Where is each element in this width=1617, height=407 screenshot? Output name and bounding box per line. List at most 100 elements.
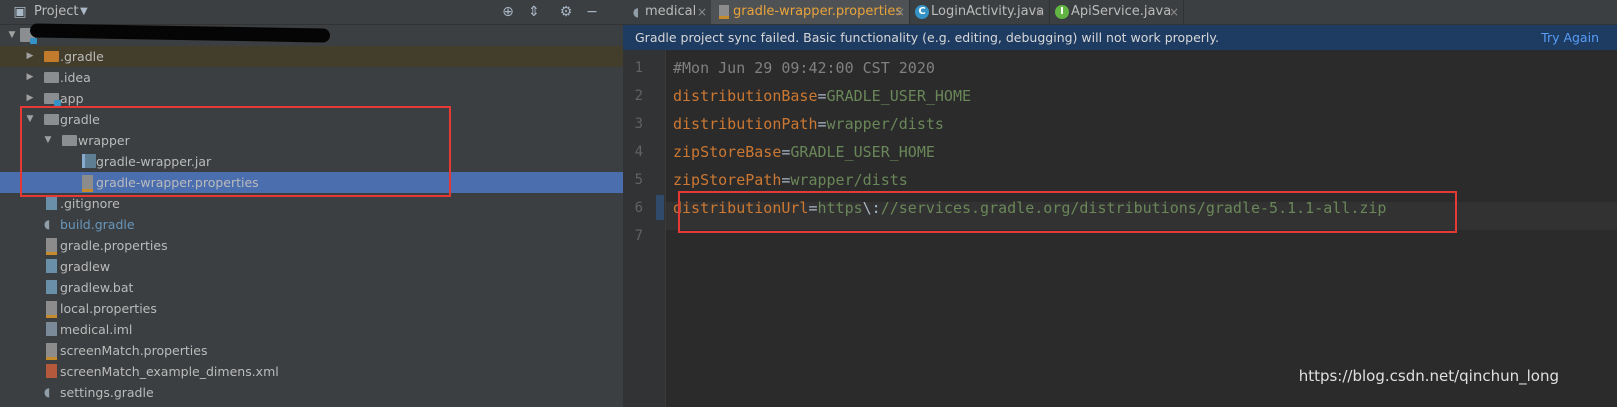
chevron-down-icon[interactable]: ▼ (80, 4, 88, 20)
tab-label: gradle-wrapper.properties (733, 4, 903, 19)
tree-row[interactable]: gradlew.bat (0, 277, 623, 298)
module-folder-icon (44, 93, 61, 106)
iml-file-icon (46, 322, 57, 336)
chevron-right-icon[interactable]: ▶ (24, 70, 36, 84)
tree-row[interactable]: ▶ .idea (0, 67, 623, 88)
properties-file-icon (46, 343, 57, 360)
property-value: GRADLE_USER_HOME (826, 87, 972, 105)
equals-sign: = (817, 87, 827, 105)
code-line[interactable]: distributionPath=wrapper/dists (673, 115, 944, 133)
interface-i-icon: I (1055, 5, 1069, 19)
close-icon[interactable]: × (895, 4, 905, 20)
tree-row[interactable]: gradlew (0, 256, 623, 277)
tree-row[interactable]: local.properties (0, 298, 623, 319)
code-line[interactable]: zipStoreBase=GRADLE_USER_HOME (673, 143, 935, 161)
watermark-text: https://blog.csdn.net/qinchun_long (1298, 367, 1559, 385)
editor-tab[interactable]: gradle-wrapper.properties × (711, 0, 910, 24)
annotation-box (678, 191, 1457, 233)
tree-item-label: settings.gradle (60, 385, 154, 400)
sync-failed-banner: Gradle project sync failed. Basic functi… (623, 25, 1617, 50)
try-again-link[interactable]: Try Again (1541, 30, 1599, 46)
text-file-icon (46, 259, 57, 273)
gradle-elephant-icon: ◖ (44, 217, 51, 231)
line-number-gutter: 1 2 3 4 5 6 7 (623, 50, 665, 407)
tree-row[interactable]: screenMatch_example_dimens.xml (0, 361, 623, 382)
property-value: GRADLE_USER_HOME (790, 143, 935, 161)
tab-label: LoginActivity.java (931, 4, 1045, 19)
tree-item-label: gradle.properties (60, 238, 168, 253)
line-number: 5 (634, 172, 643, 188)
properties-file-icon (46, 301, 57, 318)
gradle-elephant-icon: ◖ (632, 5, 640, 19)
close-icon[interactable]: × (1169, 4, 1179, 20)
project-tree: ▼ ▶ .gradle ▶ .idea ▶ app ▼ gradle ▼ wrapper gradl… (0, 25, 623, 403)
chevron-down-icon[interactable]: ▼ (6, 28, 18, 42)
tree-item-label: .gradle (60, 49, 104, 64)
tree-item-label: .idea (60, 70, 91, 85)
code-line[interactable]: zipStorePath=wrapper/dists (673, 171, 908, 189)
property-key: distributionBase (673, 87, 818, 105)
collapse-icon[interactable]: ⇕ (526, 4, 542, 20)
folder-orange-icon (44, 51, 59, 62)
editor-tab[interactable]: ◖ medical × (623, 0, 712, 24)
line-number: 2 (634, 88, 643, 104)
line-number: 6 (634, 200, 643, 216)
line-number: 7 (634, 228, 643, 244)
ide-window: ▣ Project ▼ ⊕ ⇕ ⚙ − ▼ ▶ .gradle ▶ .idea ▶ app… (0, 0, 1617, 407)
line-number: 3 (634, 116, 643, 132)
code-comment: #Mon Jun 29 09:42:00 CST 2020 (673, 59, 935, 77)
tree-item-label: medical.iml (60, 322, 133, 337)
tree-row[interactable]: screenMatch.properties (0, 340, 623, 361)
line-number: 1 (634, 60, 643, 76)
locate-icon[interactable]: ⊕ (500, 4, 516, 20)
chevron-right-icon[interactable]: ▶ (24, 49, 36, 63)
properties-file-icon (46, 238, 57, 255)
property-key: zipStorePath (673, 171, 782, 189)
project-view-icon: ▣ (13, 4, 27, 20)
editor-tab[interactable]: I ApiService.java × (1049, 0, 1184, 24)
project-view-selector[interactable]: Project (34, 4, 78, 20)
editor-tab[interactable]: C LoginActivity.java × (909, 0, 1050, 24)
class-c-icon: C (915, 5, 929, 19)
tab-label: ApiService.java (1071, 4, 1172, 19)
chevron-right-icon[interactable]: ▶ (24, 91, 36, 105)
line-number: 4 (634, 144, 643, 160)
property-value: wrapper/dists (826, 115, 944, 133)
equals-sign: = (817, 115, 827, 133)
tree-item-label: screenMatch_example_dimens.xml (60, 364, 279, 379)
tree-item-label: local.properties (60, 301, 157, 316)
tree-row[interactable]: ▶ .gradle (0, 46, 623, 67)
text-file-icon (46, 196, 57, 210)
folder-icon (44, 72, 59, 83)
tree-item-label: build.gradle (60, 217, 135, 232)
gear-icon[interactable]: ⚙ (558, 4, 574, 20)
tree-item-label: screenMatch.properties (60, 343, 208, 358)
tree-row[interactable]: medical.iml (0, 319, 623, 340)
annotation-box (20, 106, 451, 197)
tree-item-label: app (60, 91, 84, 106)
tree-row[interactable]: gradle.properties (0, 235, 623, 256)
editor-tab-bar: ◖ medical × gradle-wrapper.properties × C Logi… (623, 0, 1617, 25)
property-key: distributionPath (673, 115, 818, 133)
code-line[interactable]: #Mon Jun 29 09:42:00 CST 2020 (673, 59, 935, 77)
gradle-elephant-icon: ◖ (44, 385, 51, 399)
tree-item-label: gradlew (60, 259, 111, 274)
tree-item-label: gradlew.bat (60, 280, 134, 295)
text-file-icon (46, 280, 57, 294)
property-key: zipStoreBase (673, 143, 782, 161)
code-line[interactable]: distributionBase=GRADLE_USER_HOME (673, 87, 971, 105)
tree-row[interactable]: ◖ build.gradle (0, 214, 623, 235)
property-value: wrapper/dists (790, 171, 908, 189)
hide-icon[interactable]: − (584, 4, 600, 20)
tree-item-label: .gitignore (60, 196, 120, 211)
close-icon[interactable]: × (697, 4, 707, 20)
close-icon[interactable]: × (1035, 4, 1045, 20)
banner-message: Gradle project sync failed. Basic functi… (635, 30, 1219, 45)
project-panel: ▣ Project ▼ ⊕ ⇕ ⚙ − ▼ ▶ .gradle ▶ .idea ▶ app… (0, 0, 623, 407)
tree-row[interactable]: ◖ settings.gradle (0, 382, 623, 403)
properties-file-icon (719, 5, 729, 19)
xml-file-icon (46, 364, 57, 378)
tab-label: medical (645, 4, 697, 19)
project-panel-header: ▣ Project ▼ ⊕ ⇕ ⚙ − (0, 0, 623, 25)
gutter-caret-marker (656, 195, 664, 220)
